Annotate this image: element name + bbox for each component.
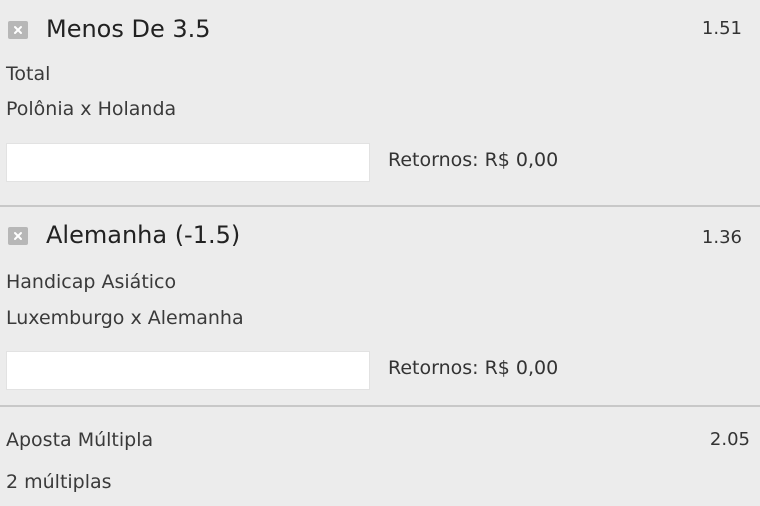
stake-input[interactable] <box>6 351 370 390</box>
fixture-name: Luxemburgo x Alemanha <box>6 307 244 329</box>
market-name: Handicap Asiático <box>6 271 177 293</box>
multiple-bet-summary: Aposta Múltipla 2.05 2 múltiplas <box>0 407 760 506</box>
selection-odds: 1.51 <box>701 18 742 39</box>
bet-item: Menos De 3.5 1.51 Total Polônia x Holand… <box>0 0 760 207</box>
multiple-bet-title: Aposta Múltipla <box>6 429 154 451</box>
bet-item: Alemanha (-1.5) 1.36 Handicap Asiático L… <box>0 199 760 407</box>
fixture-name: Polônia x Holanda <box>6 98 177 120</box>
close-icon[interactable] <box>8 227 28 245</box>
returns-text: Retornos: R$ 0,00 <box>388 149 559 171</box>
multiple-bet-count: 2 múltiplas <box>6 471 112 493</box>
selection-name: Menos De 3.5 <box>46 15 211 43</box>
selection-odds: 1.36 <box>701 227 742 248</box>
selection-name: Alemanha (-1.5) <box>46 221 241 249</box>
stake-input[interactable] <box>6 143 370 182</box>
multiple-bet-odds: 2.05 <box>709 429 750 450</box>
returns-text: Retornos: R$ 0,00 <box>388 357 559 379</box>
market-name: Total <box>6 63 51 85</box>
close-icon[interactable] <box>8 21 28 39</box>
